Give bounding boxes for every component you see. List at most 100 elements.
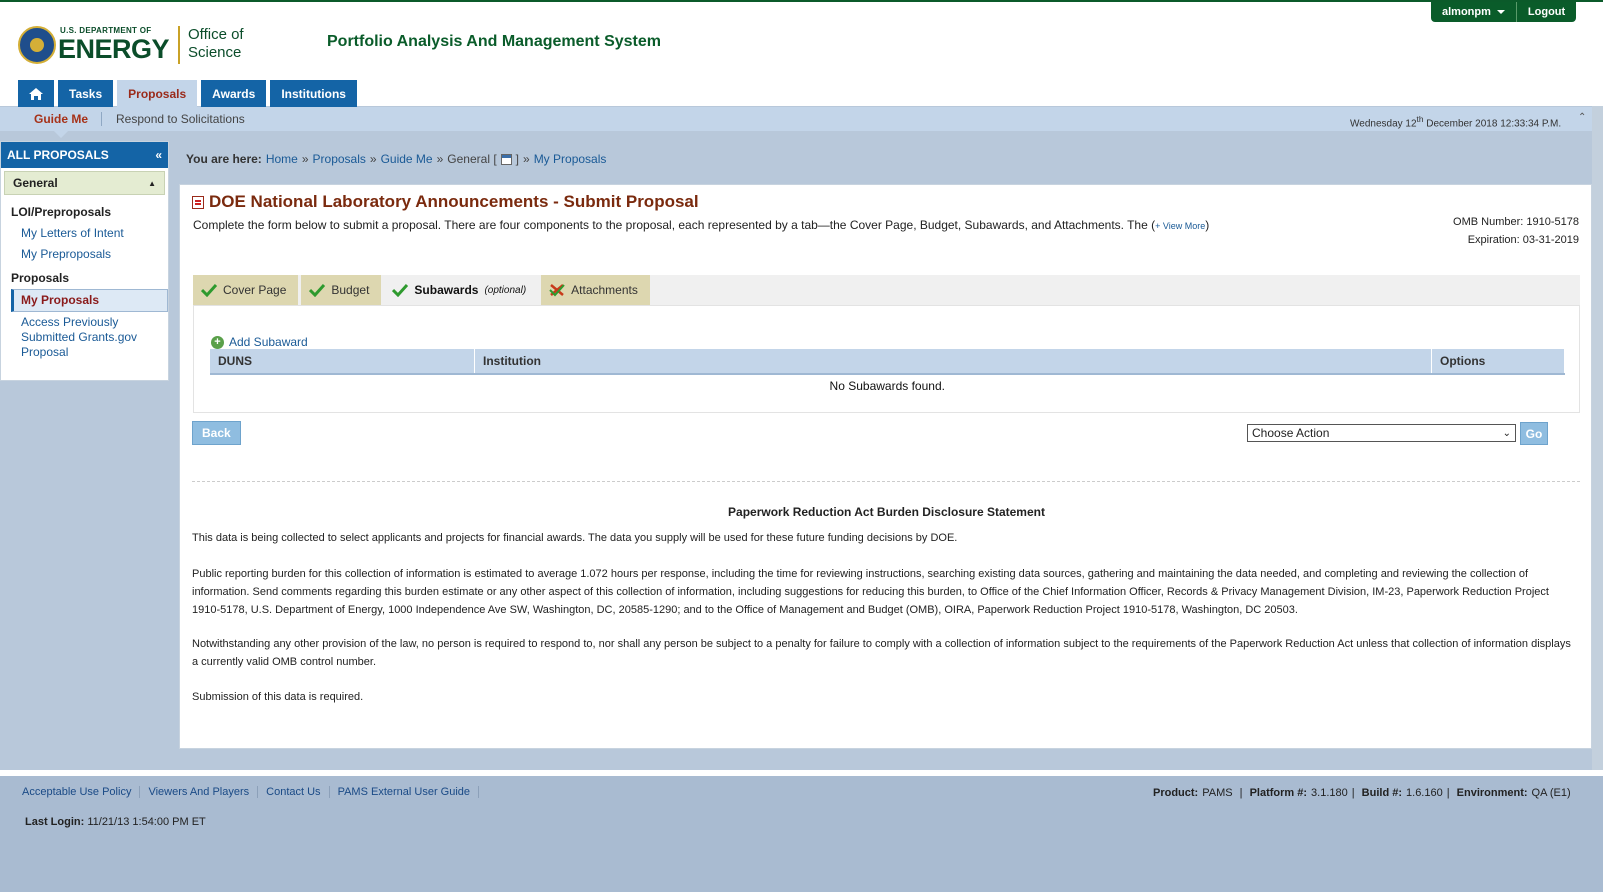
document-icon [192, 195, 204, 209]
tab-subawards-label: Subawards [414, 283, 479, 297]
back-button[interactable]: Back [192, 421, 241, 445]
logout-button[interactable]: Logout [1517, 2, 1576, 22]
tab-subawards-optional: (optional) [484, 284, 527, 296]
tab-awards[interactable]: Awards [201, 80, 267, 107]
breadcrumb-sep: » [301, 152, 309, 166]
breadcrumb-general-close: ] [515, 152, 519, 166]
build-label: Build #: [1361, 787, 1403, 799]
platform-label: Platform #: [1249, 787, 1308, 799]
environment-label: Environment: [1456, 787, 1528, 799]
plus-icon: + [211, 335, 224, 349]
omb-number: OMB Number: 1910-5178 [1453, 216, 1579, 228]
sidebar-header: ALL PROPOSALS « [1, 142, 168, 168]
breadcrumb: You are here: Home» Proposals» Guide Me»… [186, 152, 606, 166]
tab-tasks[interactable]: Tasks [58, 80, 114, 107]
footer: Acceptable Use Policy Viewers And Player… [0, 770, 1603, 892]
go-button[interactable]: Go [1520, 422, 1548, 445]
proposal-tabs: Cover Page Budget Subawards (optional) A… [193, 275, 1580, 305]
product-value: PAMS [1202, 787, 1233, 799]
collapse-icon[interactable]: ⌃ [1578, 113, 1590, 125]
sidebar-section-general[interactable]: General ▲ [4, 171, 165, 195]
sidebar-title: ALL PROPOSALS [7, 148, 109, 162]
add-subaward-button[interactable]: + Add Subaward [211, 335, 308, 349]
column-institution[interactable]: Institution [474, 349, 1432, 375]
user-name: almonpm [1442, 6, 1491, 18]
footer-link-user-guide[interactable]: PAMS External User Guide [330, 786, 480, 798]
collapse-sidebar-icon[interactable]: « [155, 148, 162, 162]
tab-home[interactable] [18, 80, 54, 107]
page-title-text: DOE National Laboratory Announcements - … [209, 192, 699, 211]
last-login-label: Last Login: [25, 816, 85, 828]
office-line1: Office of [188, 26, 244, 43]
tab-institutions[interactable]: Institutions [270, 80, 357, 107]
check-icon [392, 283, 409, 297]
user-menu-button[interactable]: almonpm [1431, 2, 1516, 22]
intro-end: ) [1205, 218, 1210, 232]
column-duns[interactable]: DUNS [210, 349, 475, 375]
breadcrumb-sep: » [436, 152, 444, 166]
add-subaward-label: Add Subaward [229, 335, 308, 349]
separator: | [1351, 787, 1358, 799]
sidebar-item-preproposals[interactable]: My Preproposals [1, 244, 168, 265]
table-header-row: DUNS Institution Options [210, 349, 1565, 375]
sidebar-group-loi: LOI/Preproposals [11, 205, 112, 219]
tab-cover-page[interactable]: Cover Page [193, 275, 299, 305]
empty-table-message: No Subawards found. [829, 379, 945, 393]
footer-link-contact[interactable]: Contact Us [258, 786, 330, 798]
current-date: Wednesday 12th December 2018 12:33:34 P.… [1350, 114, 1561, 129]
view-more-link[interactable]: + View More [1155, 221, 1205, 231]
intro-body: Complete the form below to submit a prop… [193, 218, 1156, 232]
platform-value: 3.1.180 [1311, 787, 1348, 799]
tab-proposals[interactable]: Proposals [117, 80, 198, 107]
breadcrumb-proposals[interactable]: Proposals [313, 152, 366, 166]
tab-attachments-label: Attachments [571, 283, 638, 297]
breadcrumb-home[interactable]: Home [266, 152, 298, 166]
sidebar-group-proposals: Proposals [11, 271, 70, 285]
tab-subawards[interactable]: Subawards (optional) [384, 275, 539, 305]
pra-paragraph-2: Public reporting burden for this collect… [192, 568, 1549, 616]
sidebar-item-my-proposals[interactable]: My Proposals [11, 289, 168, 312]
choose-action-value: Choose Action [1252, 426, 1330, 440]
subnav-guide-me[interactable]: Guide Me [34, 112, 88, 126]
subnav-pointer [54, 131, 68, 138]
separator: | [1236, 787, 1246, 799]
tab-budget-label: Budget [331, 283, 370, 297]
page-title: DOE National Laboratory Announcements - … [192, 192, 699, 212]
office-of-science: Office of Science [188, 26, 244, 62]
breadcrumb-prefix: You are here: [186, 152, 262, 166]
subnav-respond-to-solicitations[interactable]: Respond to Solicitations [116, 112, 245, 126]
divider [192, 481, 1580, 482]
main-nav: Tasks Proposals Awards Institutions [18, 80, 357, 107]
check-icon [201, 283, 217, 297]
home-icon [28, 87, 44, 101]
choose-action-select[interactable]: Choose Action ⌄ [1247, 424, 1516, 442]
omb-info: OMB Number: 1910-5178 Expiration: 03-31-… [1453, 213, 1579, 249]
footer-link-viewers[interactable]: Viewers And Players [140, 786, 259, 798]
separator: | [1446, 787, 1453, 799]
product-label: Product: [1153, 787, 1199, 799]
main-panel: DOE National Laboratory Announcements - … [179, 184, 1592, 749]
sidebar-item-grants-gov[interactable]: Access Previously Submitted Grants.gov P… [1, 312, 151, 363]
footer-link-acceptable-use[interactable]: Acceptable Use Policy [14, 786, 141, 798]
tab-budget[interactable]: Budget [301, 275, 382, 305]
tab-attachments[interactable]: Attachments [541, 275, 650, 305]
calendar-icon[interactable] [500, 153, 512, 165]
breadcrumb-general: General [ [447, 152, 497, 166]
app-title: Portfolio Analysis And Management System [327, 33, 661, 50]
subawards-table: DUNS Institution Options No Subawards fo… [210, 349, 1565, 397]
breadcrumb-my-proposals[interactable]: My Proposals [534, 152, 607, 166]
subawards-panel: + Add Subaward DUNS Institution Options … [193, 305, 1580, 413]
doe-logo[interactable]: U.S. DEPARTMENT OF ENERGY Office of Scie… [18, 24, 258, 68]
tab-cover-page-label: Cover Page [223, 283, 287, 297]
chevron-down-icon: ⌄ [1502, 427, 1511, 439]
product-info: Product: PAMS | Platform #: 3.1.180 | Build… [1153, 787, 1571, 799]
last-login-value: 11/21/13 1:54:00 PM ET [87, 816, 206, 828]
logo-big-text: ENERGY [58, 34, 170, 64]
table-row: No Subawards found. [210, 374, 1565, 397]
sidebar-item-letters-of-intent[interactable]: My Letters of Intent [1, 223, 168, 244]
omb-expiration: Expiration: 03-31-2019 [1467, 234, 1579, 246]
warning-icon [549, 284, 565, 297]
last-login: Last Login: 11/21/13 1:54:00 PM ET [25, 816, 206, 828]
footer-links: Acceptable Use Policy Viewers And Player… [14, 786, 480, 798]
breadcrumb-guide-me[interactable]: Guide Me [381, 152, 433, 166]
